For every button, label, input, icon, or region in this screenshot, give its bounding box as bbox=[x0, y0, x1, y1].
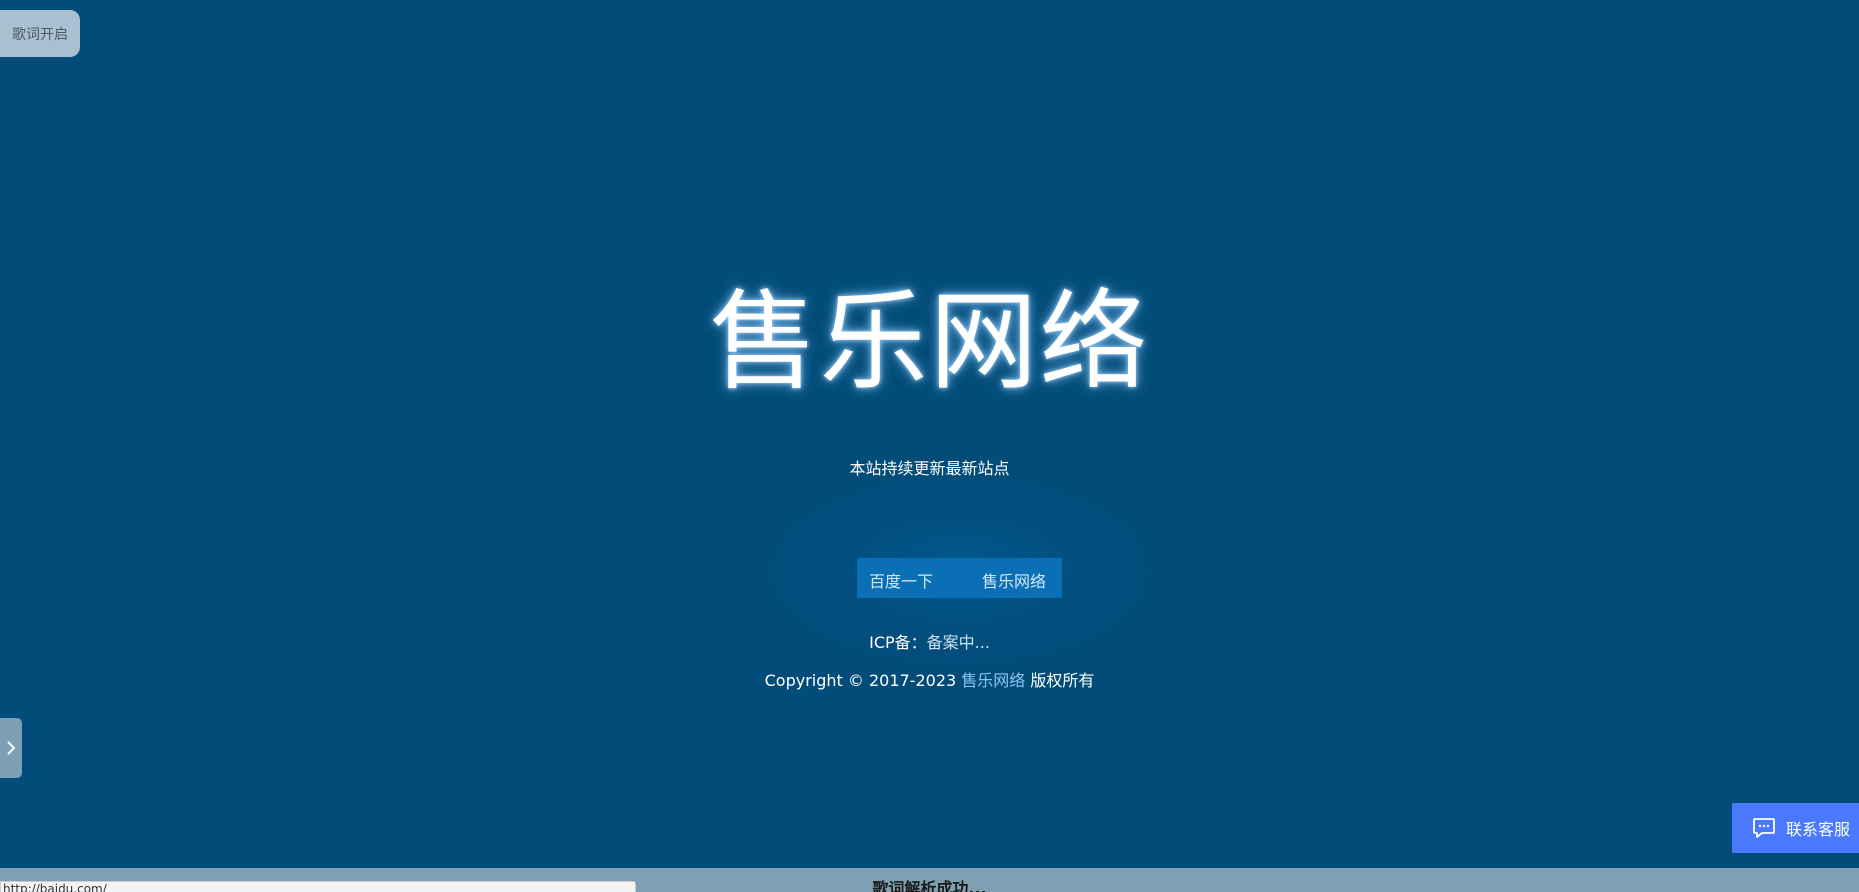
site-title: 售乐网络 bbox=[709, 280, 1150, 405]
icp-info: ICP备：备案中... bbox=[0, 629, 1859, 653]
lyrics-toggle-label: 歌词开启 bbox=[12, 26, 68, 43]
chevron-right-icon bbox=[7, 741, 16, 755]
contact-service-label: 联系客服 bbox=[1786, 820, 1851, 839]
site-subtitle: 本站持续更新最新站点 bbox=[849, 459, 1010, 478]
side-panel-toggle[interactable] bbox=[0, 718, 22, 778]
contact-service-button[interactable]: 联系客服 bbox=[1732, 803, 1859, 853]
page: 歌词开启 售乐网络 本站持续更新最新站点 百度一下 售乐网络 ICP备：备案中.… bbox=[0, 0, 1859, 892]
lyrics-toggle-button[interactable]: 歌词开启 bbox=[0, 10, 80, 57]
copyright: Copyright © 2017-2023 售乐网络 版权所有 bbox=[0, 667, 1859, 691]
baidu-link[interactable]: 百度一下 bbox=[869, 568, 933, 592]
status-bar-url: http://baidu.com/ bbox=[0, 881, 636, 892]
copyright-suffix: 版权所有 bbox=[1025, 671, 1095, 690]
copyright-prefix: Copyright © 2017-2023 bbox=[764, 671, 962, 690]
copyright-brand-link[interactable]: 售乐网络 bbox=[961, 671, 1025, 690]
shoule-link[interactable]: 售乐网络 bbox=[982, 568, 1046, 592]
icp-label: ICP备： bbox=[869, 633, 927, 652]
link-button-group: 百度一下 售乐网络 bbox=[857, 558, 1062, 598]
icp-value[interactable]: 备案中... bbox=[927, 633, 990, 652]
chat-icon bbox=[1752, 817, 1776, 839]
